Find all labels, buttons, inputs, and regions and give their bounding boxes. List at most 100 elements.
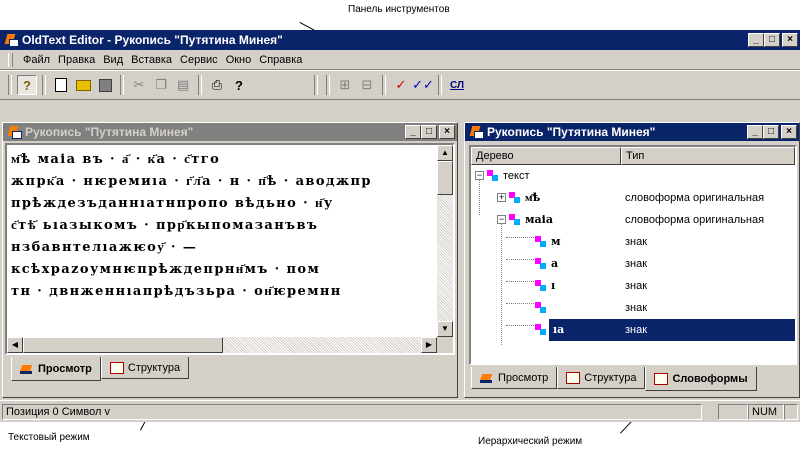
help-button[interactable]: ?	[229, 75, 249, 95]
text-window-close-button[interactable]: ×	[439, 125, 455, 139]
app-title: OldText Editor - Рукопись "Путятина Мине…	[22, 33, 283, 47]
column-header-type[interactable]: Тип	[621, 147, 795, 165]
cut-icon: ✂	[133, 77, 145, 92]
tab-wordforms[interactable]: Словоформы	[645, 367, 757, 391]
wordforms-tab-icon	[654, 372, 669, 385]
open-button[interactable]	[73, 75, 93, 95]
status-empty-panel	[718, 403, 748, 420]
tree-row-selected[interactable]: ıа знак	[471, 319, 795, 341]
menu-view[interactable]: Вид	[99, 54, 127, 66]
tree-node-type: знак	[625, 324, 648, 336]
minimize-button[interactable]: _	[748, 33, 764, 47]
tree-node-type: словоформа оригинальная	[625, 192, 765, 204]
tree-row[interactable]: а знак	[471, 253, 795, 275]
tab-structure[interactable]: Структура	[557, 367, 646, 389]
check-button[interactable]: ✓	[391, 75, 411, 95]
menu-file[interactable]: Файл	[19, 54, 54, 66]
cut-button[interactable]: ✂	[129, 75, 149, 95]
menu-edit[interactable]: Правка	[54, 54, 99, 66]
save-button[interactable]	[95, 75, 115, 95]
tab-view[interactable]: Просмотр	[471, 367, 558, 389]
tree-row[interactable]: м знак	[471, 231, 795, 253]
tab-view-label: Просмотр	[498, 371, 549, 384]
close-button[interactable]: ×	[782, 33, 798, 47]
tree-row[interactable]: ı знак	[471, 275, 795, 297]
paste-button[interactable]: ▤	[173, 75, 193, 95]
tree-node-label: ı	[551, 279, 556, 292]
double-check-button[interactable]: ✓✓	[412, 75, 434, 95]
tree-node-type: словоформа оригинальная	[625, 214, 765, 226]
tree-row[interactable]: знак	[471, 297, 795, 319]
tree-view-pane[interactable]: Дерево Тип − текст + м҃ѣ словоформа ориг…	[469, 145, 797, 365]
menu-help[interactable]: Справка	[255, 54, 306, 66]
tree-window-maximize-button[interactable]: □	[763, 125, 779, 139]
tree-window-minimize-button[interactable]: _	[747, 125, 763, 139]
tree-row[interactable]: − маіа словоформа оригинальная	[471, 209, 795, 231]
column-header-tree[interactable]: Дерево	[471, 147, 621, 165]
toolbar-separator	[438, 75, 442, 95]
scroll-left-button[interactable]: ◀	[7, 337, 23, 353]
expand-icon[interactable]: +	[497, 193, 506, 202]
scroll-down-button[interactable]: ▼	[437, 321, 453, 337]
tree-view-window: Рукопись "Путятина Минея" _ □ × Дерево Т…	[464, 122, 800, 398]
text-mode-annotation: Текстовый режим	[8, 432, 90, 443]
scroll-up-button[interactable]: ▲	[437, 145, 453, 161]
text-line[interactable]: жпрк҃а · нѥремиıа · г҃л҃а · н · п҃ѣ · ав…	[7, 171, 437, 193]
toolbar-separator	[120, 75, 124, 95]
info-button[interactable]: ?	[17, 75, 37, 95]
tree-node-label: м	[551, 235, 561, 248]
structure-tab-icon	[109, 361, 124, 374]
text-vertical-scrollbar[interactable]: ▲ ▼	[437, 145, 453, 337]
node-icon	[487, 170, 499, 182]
print-button[interactable]: ⎙	[207, 75, 227, 95]
text-window-minimize-button[interactable]: _	[405, 125, 421, 139]
node-icon	[535, 280, 547, 292]
text-line[interactable]: нзбавнтелıажѥоу҃ · —	[7, 237, 437, 259]
document-icon	[7, 125, 22, 139]
help-icon: ?	[235, 77, 243, 93]
tab-view[interactable]: Просмотр	[11, 357, 101, 381]
text-line[interactable]: с҃тѣ҃ ьıазыкомъ · прр҃кыпомазанъвъ	[7, 215, 437, 237]
text-line[interactable]: тн · двнженнıапрѣдъзьра · он҃ѥремнн	[7, 281, 437, 303]
status-bar: Позиция 0 Символ v NUM	[0, 400, 800, 422]
grid-view-button[interactable]: ⊞	[335, 75, 355, 95]
new-document-button[interactable]	[51, 75, 71, 95]
copy-button[interactable]: ❐	[151, 75, 171, 95]
save-icon	[98, 78, 112, 92]
tree-row[interactable]: + м҃ѣ словоформа оригинальная	[471, 187, 795, 209]
menu-window[interactable]: Окно	[222, 54, 256, 66]
dictionary-button[interactable]: СЛ	[447, 75, 467, 95]
maximize-button[interactable]: □	[764, 33, 780, 47]
app-titlebar[interactable]: OldText Editor - Рукопись "Путятина Мине…	[0, 30, 800, 50]
collapse-icon[interactable]: −	[475, 171, 484, 180]
node-icon	[535, 236, 547, 248]
text-window-titlebar[interactable]: Рукопись "Путятина Минея" _ □ ×	[3, 123, 457, 141]
tree-window-close-button[interactable]: ×	[781, 125, 797, 139]
menu-service[interactable]: Сервис	[176, 54, 222, 66]
menu-grip[interactable]	[8, 52, 13, 67]
tree-row[interactable]: − текст	[471, 165, 795, 187]
text-line[interactable]: прѣждезъданнıатнпропо вѣдьно · н҃у	[7, 193, 437, 215]
vertical-scroll-thumb[interactable]	[437, 161, 453, 195]
new-document-icon	[55, 78, 67, 92]
tab-wordforms-label: Словоформы	[672, 372, 748, 385]
toolbar-separator	[382, 75, 386, 95]
tree-node-type: знак	[625, 258, 648, 270]
horizontal-scroll-thumb[interactable]	[23, 337, 223, 353]
text-line[interactable]: ксѣхраzоумнѥпрѣждепрнн҃мъ · пом	[7, 259, 437, 281]
status-size-grip[interactable]	[784, 403, 798, 420]
info-icon: ?	[23, 77, 31, 93]
tree-header: Дерево Тип	[471, 147, 795, 165]
text-horizontal-scrollbar[interactable]: ◀ ▶	[7, 337, 437, 353]
tab-structure[interactable]: Структура	[100, 357, 190, 379]
collapse-icon[interactable]: −	[497, 215, 506, 224]
node-icon	[535, 302, 547, 314]
text-window-maximize-button[interactable]: □	[421, 125, 437, 139]
tree-view-button[interactable]: ⊟	[357, 75, 377, 95]
toolbar-separator	[198, 75, 202, 95]
scroll-right-button[interactable]: ▶	[421, 337, 437, 353]
text-line[interactable]: м҃ѣ маіа въ · а҃ · к҃а · с҃тго	[7, 149, 437, 171]
tree-window-titlebar[interactable]: Рукопись "Путятина Минея" _ □ ×	[465, 123, 799, 141]
text-view-pane[interactable]: м҃ѣ маіа въ · а҃ · к҃а · с҃тго жпрк҃а · …	[5, 143, 455, 355]
menu-insert[interactable]: Вставка	[127, 54, 176, 66]
